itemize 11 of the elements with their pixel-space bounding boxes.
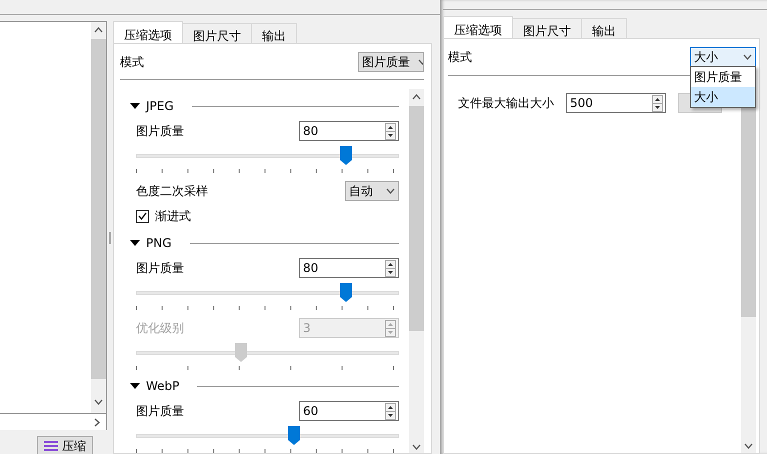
field-label: 文件最大输出大小 (458, 95, 554, 112)
field-label: 优化级别 (136, 320, 184, 337)
mode-label: 模式 (120, 54, 144, 70)
field-label: 图片质量 (136, 403, 184, 420)
field-label: 图片质量 (136, 260, 184, 277)
field-label: 色度二次采样 (136, 183, 208, 200)
section-title: PNG (146, 235, 172, 252)
section-title: WebP (146, 378, 180, 395)
mode-label: 模式 (448, 49, 472, 66)
section-title: JPEG (146, 98, 174, 115)
field-label: 图片质量 (136, 123, 184, 140)
